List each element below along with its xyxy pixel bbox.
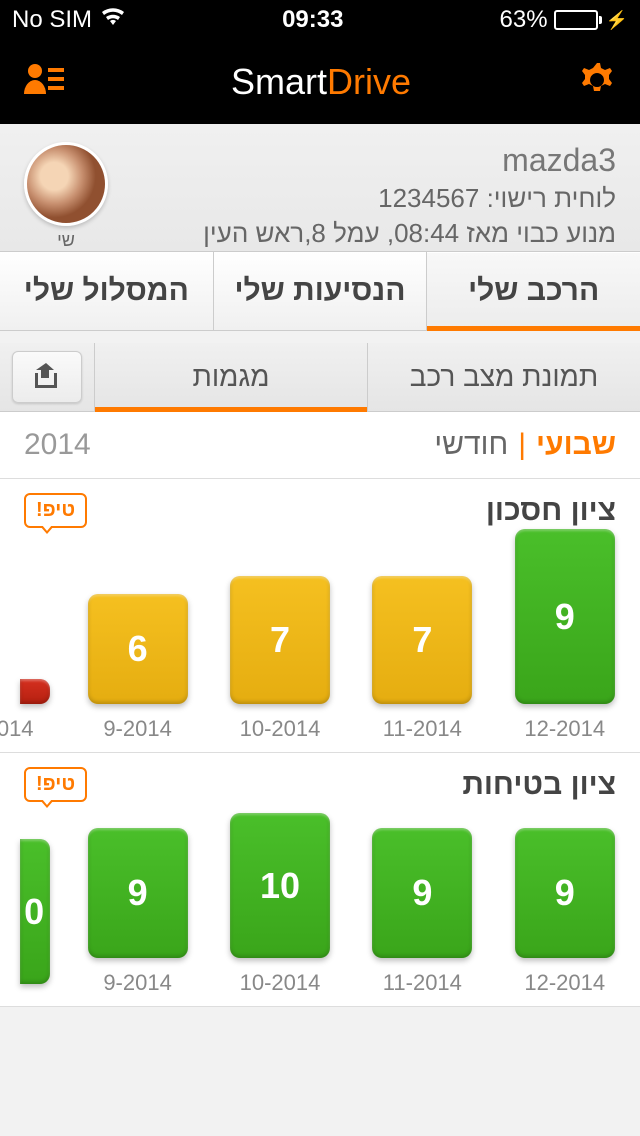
chart-safety: ציון בטיחות טיפ! 0 9 9-2014 10 10-2014 9…	[0, 753, 640, 1007]
chart-savings-title: ציון חסכון	[486, 494, 616, 528]
app-title-a: Smart	[231, 61, 327, 102]
bar: 7	[372, 576, 472, 704]
share-button[interactable]	[12, 351, 82, 403]
tip-badge[interactable]: טיפ!	[24, 767, 87, 802]
tab-my-trips[interactable]: הנסיעות שלי	[213, 252, 427, 330]
bar: 10	[230, 813, 330, 958]
profile-section: mazda3 לוחית רישוי: 1234567 מנוע כבוי מא…	[0, 124, 640, 251]
bar: 7	[230, 576, 330, 704]
sub-tabs: תמונת מצב רכב מגמות	[0, 343, 640, 412]
period-selector: שבועי | חודשי 2014	[0, 412, 640, 479]
subtab-snapshot[interactable]: תמונת מצב רכב	[367, 343, 640, 411]
status-bar: No SIM 09:33 63% ⚡	[0, 0, 640, 40]
avatar[interactable]	[24, 142, 108, 226]
bar-partial: 0	[20, 839, 50, 984]
chart-safety-bars[interactable]: 0 9 9-2014 10 10-2014 9 11-2014 9 12-201…	[0, 816, 640, 996]
period-monthly[interactable]: חודשי	[434, 428, 508, 462]
tab-my-vehicle[interactable]: הרכב שלי	[426, 252, 640, 330]
wifi-icon	[100, 6, 126, 34]
tip-badge[interactable]: טיפ!	[24, 493, 87, 528]
bar-label: 11-2014	[383, 970, 462, 996]
charging-icon: ⚡	[606, 10, 628, 31]
chart-savings: ציון חסכון טיפ! 014 6 9-2014 7 10-2014 7…	[0, 479, 640, 753]
bar-partial	[20, 679, 50, 704]
engine-status: מנוע כבוי מאז 08:44, עמל 8,ראש העין	[126, 218, 616, 249]
vehicle-name: mazda3	[126, 142, 616, 179]
period-divider: |	[518, 428, 526, 462]
bar-label: 9-2014	[103, 716, 172, 742]
bar-label: 12-2014	[524, 716, 605, 742]
avatar-name: שי	[24, 230, 108, 251]
license-text: לוחית רישוי: 1234567	[126, 183, 616, 214]
app-header: SmartDrive	[0, 40, 640, 124]
main-tabs: הרכב שלי הנסיעות שלי המסלול שלי	[0, 251, 640, 331]
bar: 9	[515, 828, 615, 958]
bar: 9	[515, 529, 615, 704]
gear-icon[interactable]	[578, 61, 616, 104]
bar-label: 014	[0, 716, 34, 742]
bar: 9	[372, 828, 472, 958]
period-year: 2014	[24, 428, 91, 462]
bar-label: 9-2014	[103, 970, 172, 996]
tab-my-route[interactable]: המסלול שלי	[0, 252, 213, 330]
battery-pct: 63%	[500, 6, 548, 34]
bar-label: 10-2014	[240, 970, 321, 996]
carrier-text: No SIM	[12, 6, 92, 34]
bar: 9	[88, 828, 188, 958]
contacts-icon[interactable]	[24, 62, 64, 103]
subtab-trends[interactable]: מגמות	[94, 343, 367, 411]
chart-safety-title: ציון בטיחות	[462, 768, 616, 802]
period-weekly[interactable]: שבועי	[536, 428, 616, 462]
chart-savings-bars[interactable]: 014 6 9-2014 7 10-2014 7 11-2014 9 12-20…	[0, 542, 640, 742]
bar-label: 12-2014	[524, 970, 605, 996]
bar-label: 10-2014	[240, 716, 321, 742]
bar-label: 11-2014	[383, 716, 462, 742]
app-title: SmartDrive	[231, 61, 411, 103]
clock-text: 09:33	[282, 6, 343, 34]
app-title-b: Drive	[327, 61, 411, 102]
bar: 6	[88, 594, 188, 704]
battery-icon	[554, 10, 598, 30]
